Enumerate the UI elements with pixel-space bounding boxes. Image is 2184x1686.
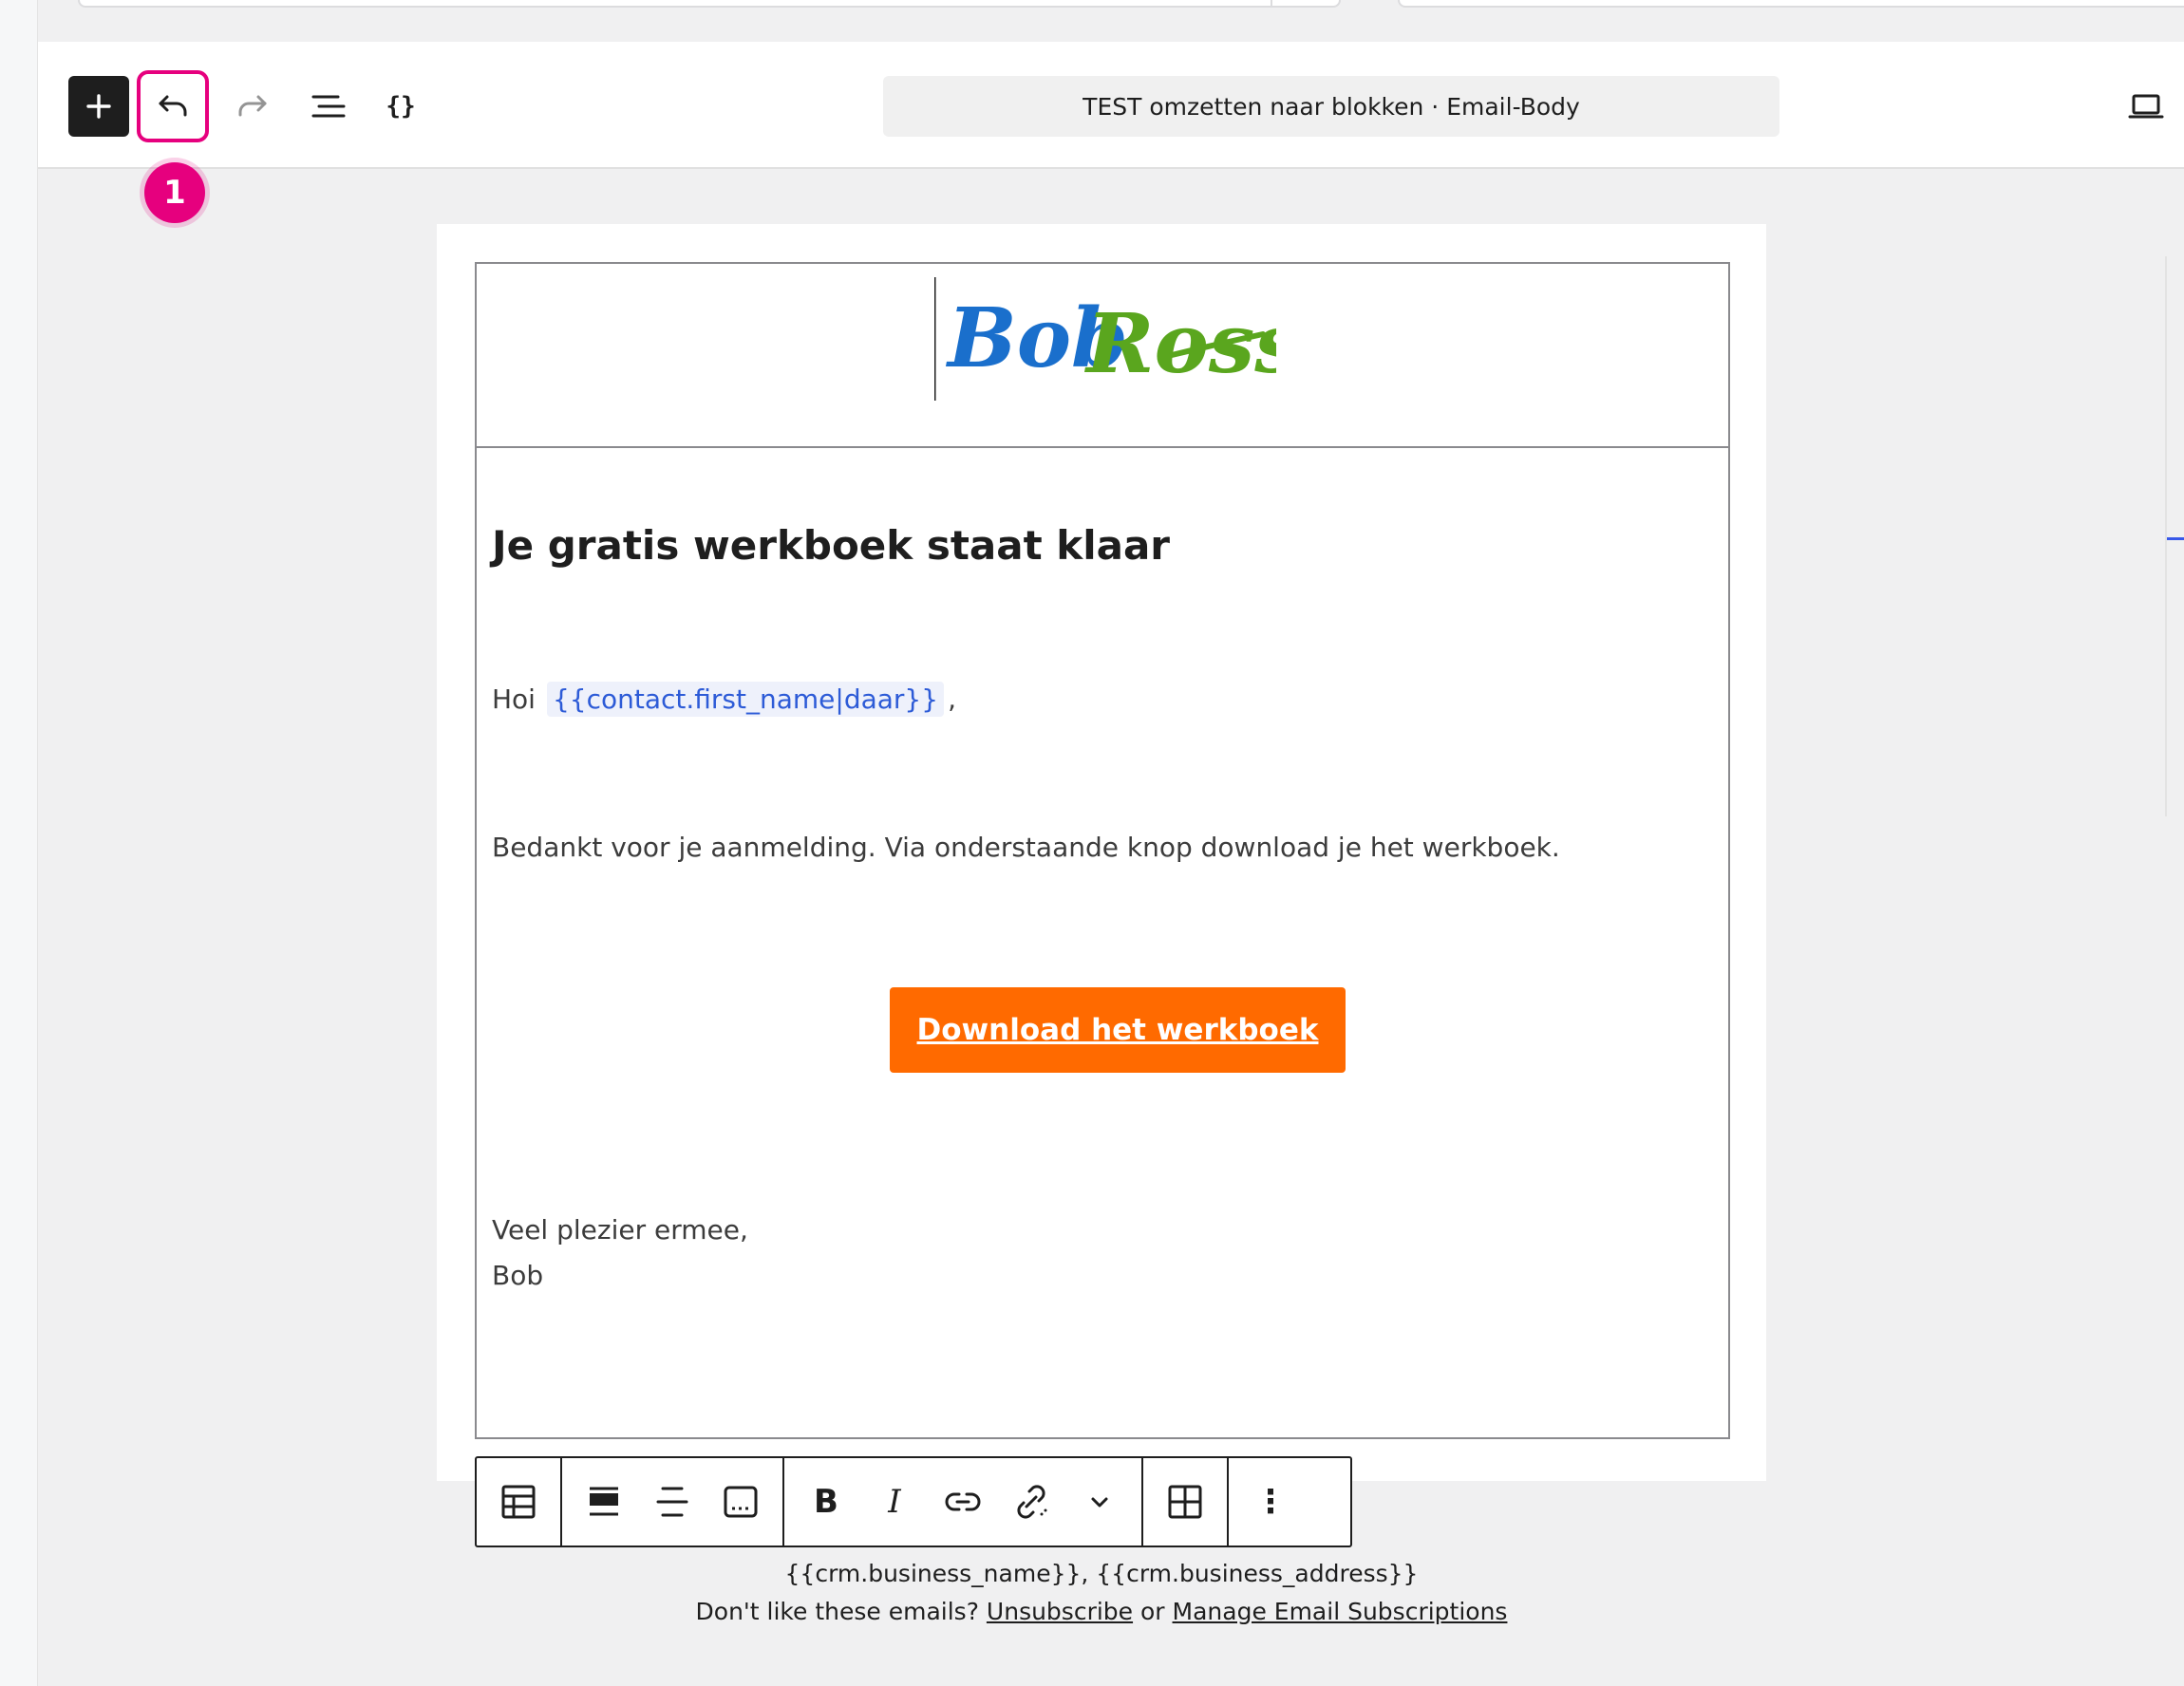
manage-subscriptions-link[interactable]: Manage Email Subscriptions (1173, 1598, 1508, 1625)
greeting-paragraph[interactable]: Hoi {{contact.first_name|daar}} , (492, 682, 956, 717)
email-canvas: Bob Ross Je gratis werkboek staat klaar … (437, 224, 1766, 1481)
list-view-icon (311, 95, 346, 118)
caption-icon (724, 1486, 758, 1518)
italic-button[interactable]: I (860, 1468, 929, 1536)
redo-icon (238, 95, 267, 117)
code-editor-button[interactable]: {} (370, 76, 431, 137)
email-footer: {{crm.business_name}}, {{crm.business_ad… (437, 1555, 1766, 1631)
block-type-group (477, 1458, 562, 1546)
undo-icon (159, 95, 187, 117)
unsubscribe-prompt: Don't like these emails? (695, 1598, 987, 1625)
email-heading[interactable]: Je gratis werkboek staat klaar (492, 522, 1170, 569)
undo-button[interactable] (137, 70, 209, 142)
bold-button[interactable]: B (792, 1468, 860, 1536)
plus-icon (86, 94, 111, 119)
bob-ross-logo: Bob Ross (934, 277, 1276, 401)
editor-toolbar: {} TEST omzetten naar blokken · Email-Bo… (38, 42, 2184, 169)
table-icon (501, 1485, 536, 1519)
or-text: or (1133, 1598, 1173, 1625)
step-marker: 1 (144, 162, 205, 223)
alignment-group (562, 1458, 784, 1546)
merge-tag-first-name[interactable]: {{contact.first_name|daar}} (546, 682, 945, 717)
logo-word-ross: Ross (1083, 296, 1276, 392)
top-field-right[interactable] (1398, 0, 2184, 8)
document-title: TEST omzetten naar blokken · Email-Body (1083, 92, 1580, 121)
align-top-icon (590, 1487, 618, 1516)
caption-button[interactable] (706, 1468, 775, 1536)
closing-paragraph[interactable]: Veel plezier ermee, Bob (492, 1208, 748, 1299)
unsubscribe-link[interactable]: Unsubscribe (987, 1598, 1133, 1625)
greeting-prefix: Hoi (492, 684, 536, 715)
more-options-button[interactable]: ⋮ (1236, 1468, 1305, 1536)
closing-line-1: Veel plezier ermee, (492, 1214, 748, 1246)
greeting-suffix: , (948, 684, 956, 715)
bold-icon: B (814, 1483, 838, 1521)
more-options-icon: ⋮ (1254, 1483, 1287, 1521)
add-block-button[interactable] (68, 76, 129, 137)
intro-paragraph[interactable]: Bedankt voor je aanmelding. Via ondersta… (492, 832, 1560, 863)
right-panel-edge (2165, 256, 2184, 816)
closing-line-2: Bob (492, 1260, 544, 1291)
format-group: B I (784, 1458, 1143, 1546)
link-button[interactable] (929, 1468, 997, 1536)
download-button[interactable]: Download het werkboek (890, 987, 1346, 1073)
active-indicator (2167, 537, 2184, 540)
document-title-bar[interactable]: TEST omzetten naar blokken · Email-Body (883, 76, 1779, 137)
align-top-button[interactable] (570, 1468, 638, 1536)
table-button[interactable] (484, 1468, 553, 1536)
laptop-icon (2128, 94, 2164, 119)
unsubscribe-line: Don't like these emails? Unsubscribe or … (437, 1593, 1766, 1631)
link-icon (945, 1492, 981, 1511)
unlink-icon (1017, 1485, 1047, 1519)
email-table-block[interactable]: Bob Ross Je gratis werkboek staat klaar … (475, 262, 1730, 1439)
business-info: {{crm.business_name}}, {{crm.business_ad… (784, 1560, 1419, 1587)
more-formats-button[interactable] (1065, 1468, 1134, 1536)
device-preview-button[interactable] (2116, 76, 2176, 137)
grid-group (1143, 1458, 1229, 1546)
unlink-button[interactable] (997, 1468, 1065, 1536)
italic-icon: I (888, 1483, 901, 1521)
options-group: ⋮ (1229, 1458, 1312, 1546)
logo-row[interactable]: Bob Ross (477, 264, 1728, 448)
block-toolbar: B I ⋮ (475, 1456, 1352, 1547)
align-middle-icon (656, 1487, 688, 1517)
grid-button[interactable] (1151, 1468, 1219, 1536)
list-view-button[interactable] (298, 76, 359, 137)
align-middle-button[interactable] (638, 1468, 706, 1536)
left-sidebar-strip (0, 0, 38, 1686)
chevron-down-icon (1091, 1497, 1108, 1508)
redo-button[interactable] (222, 76, 283, 137)
top-search-field[interactable] (78, 0, 1341, 8)
grid-icon (1168, 1485, 1202, 1519)
code-braces-icon: {} (386, 92, 416, 121)
